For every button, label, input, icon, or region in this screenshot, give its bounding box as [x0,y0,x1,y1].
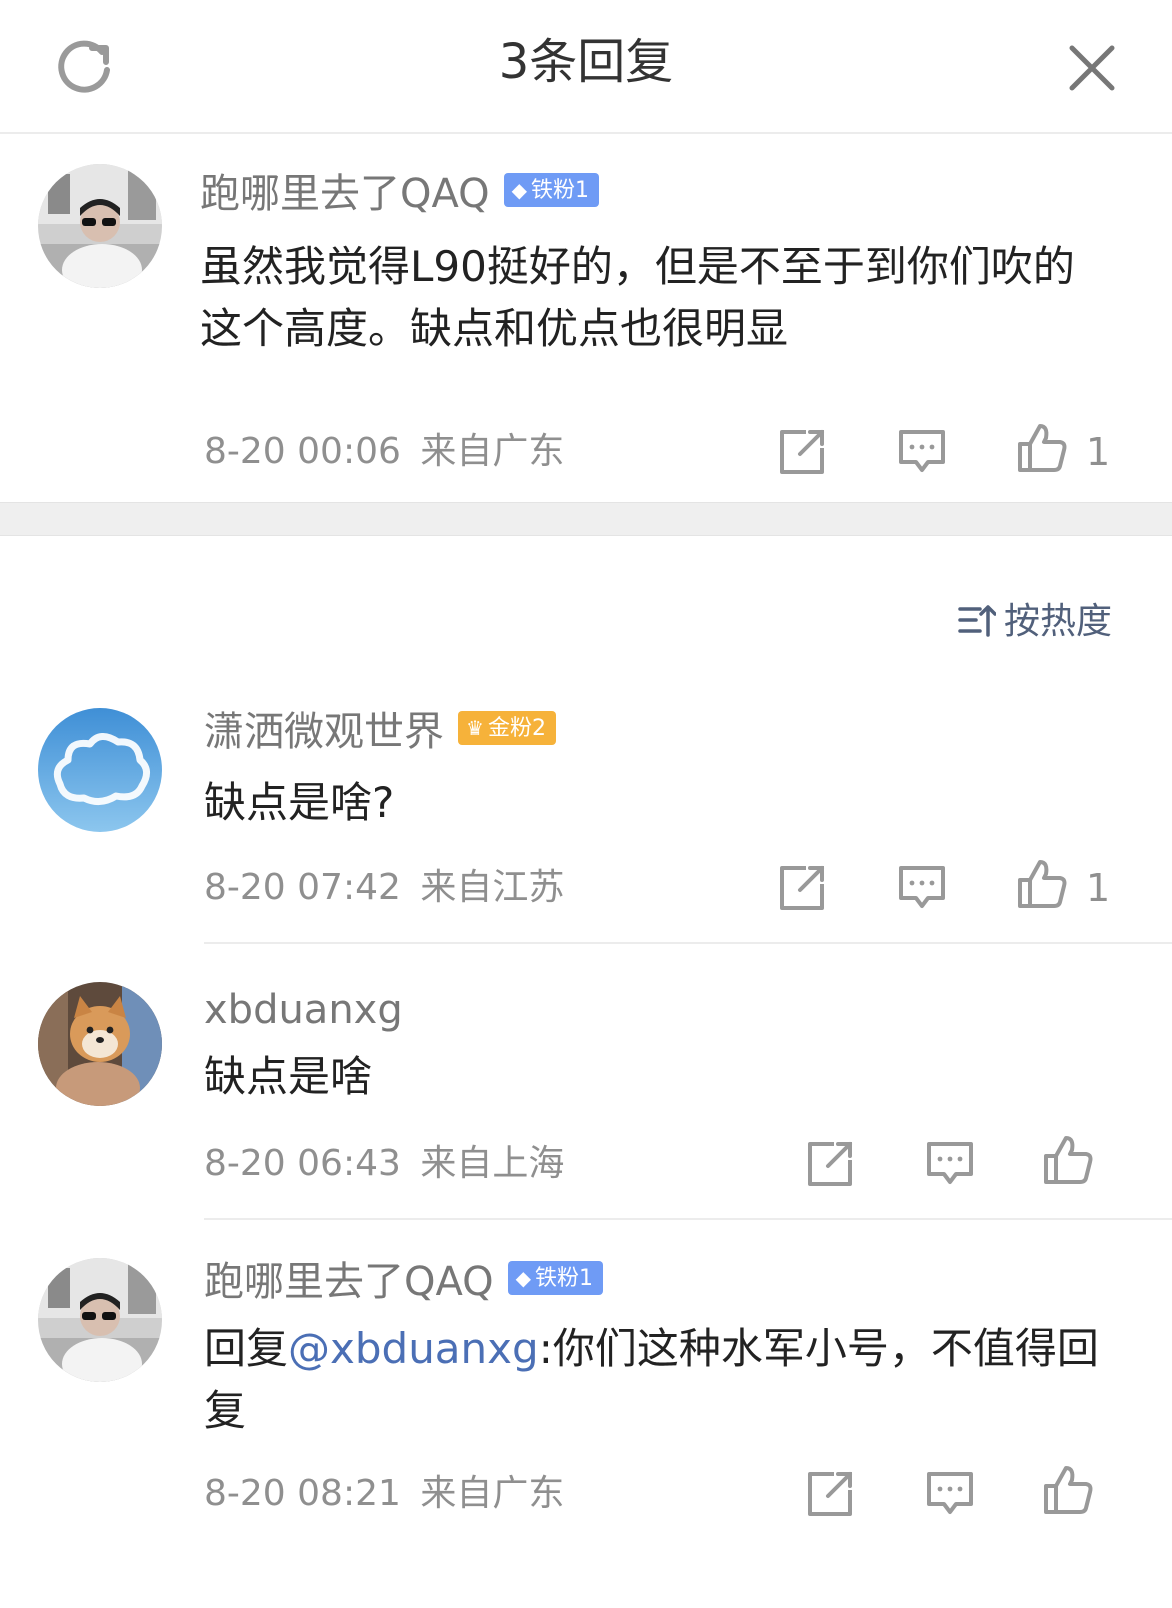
sort-button[interactable]: 按热度 [958,596,1112,648]
reply-text: 缺点是啥 [204,1052,373,1101]
like-icon[interactable] [1042,1134,1094,1186]
divider [204,942,1172,944]
sort-icon [958,605,996,637]
username[interactable]: 跑哪里去了QAQ ◆ 铁粉1 [204,1256,604,1308]
fan-badge-label: 铁粉1 [535,1266,594,1291]
avatar[interactable] [38,708,162,832]
reply-time: 8-20 06:43 [204,1143,401,1184]
reply-prefix: 回复 [204,1324,289,1373]
main-comment: 跑哪里去了QAQ ◆ 铁粉1 虽然我觉得L90挺好的，但是不至于到你们吹的这个高度。… [0,0,1172,500]
puppy-avatar [38,982,162,1106]
fan-badge-label: 铁粉1 [531,178,590,203]
like-icon[interactable] [1016,858,1068,910]
reply-meta: 8-20 06:43 来自上海 [204,1140,564,1188]
fan-badge: ♛ 金粉2 [458,711,556,745]
comment-icon[interactable] [924,1468,976,1520]
fan-badge: ◆ 铁粉1 [507,1261,604,1295]
comment-text: 虽然我觉得L90挺好的，但是不至于到你们吹的这个高度。缺点和优点也很明显 [200,242,1075,353]
comment-meta: 8-20 00:06 来自广东 [204,428,564,476]
comment-icon[interactable] [896,862,948,914]
sort-label: 按热度 [1004,601,1113,642]
share-icon[interactable] [776,426,828,478]
divider [204,1218,1172,1220]
fan-badge-label: 金粉2 [487,716,546,741]
section-separator [0,502,1172,536]
reply-text: 缺点是啥? [204,778,395,827]
share-icon[interactable] [804,1468,856,1520]
comment-location: 来自广东 [420,431,565,472]
avatar[interactable] [38,1258,162,1382]
username[interactable]: xbduanxg [204,984,403,1036]
reply-text: 回复@xbduanxg:你们这种水军小号，不值得回复 [204,1318,1114,1442]
diamond-icon: ◆ [515,1266,532,1290]
crown-icon: ♛ [466,716,484,740]
user-photo [38,1258,162,1382]
username-text: 跑哪里去了QAQ [200,171,490,217]
like-count: 1 [1086,866,1111,910]
username-text: xbduanxg [204,987,403,1033]
fan-badge: ◆ 铁粉1 [503,173,600,207]
reply-location: 来自广东 [420,1473,565,1514]
reply-meta: 8-20 08:21 来自广东 [204,1470,564,1518]
comment-icon[interactable] [924,1138,976,1190]
share-icon[interactable] [776,862,828,914]
username-text: 跑哪里去了QAQ [204,1259,494,1305]
reply-meta: 8-20 07:42 来自江苏 [204,864,564,912]
cloud-avatar [38,708,162,832]
username[interactable]: 潇洒微观世界 ♛ 金粉2 [204,706,556,758]
user-photo [38,164,162,288]
like-icon[interactable] [1016,422,1068,474]
username[interactable]: 跑哪里去了QAQ ◆ 铁粉1 [200,168,600,220]
mention-link[interactable]: @xbduanxg [288,1324,539,1373]
like-icon[interactable] [1042,1464,1094,1516]
comment-time: 8-20 00:06 [204,431,401,472]
diamond-icon: ◆ [511,178,528,202]
like-count: 1 [1086,430,1111,474]
username-text: 潇洒微观世界 [204,709,444,755]
comment-icon[interactable] [896,426,948,478]
reply-time: 8-20 08:21 [204,1473,401,1514]
reply-location: 来自上海 [420,1143,565,1184]
avatar[interactable] [38,982,162,1106]
reply-time: 8-20 07:42 [204,867,401,908]
share-icon[interactable] [804,1138,856,1190]
reply-location: 来自江苏 [420,867,565,908]
avatar[interactable] [38,164,162,288]
